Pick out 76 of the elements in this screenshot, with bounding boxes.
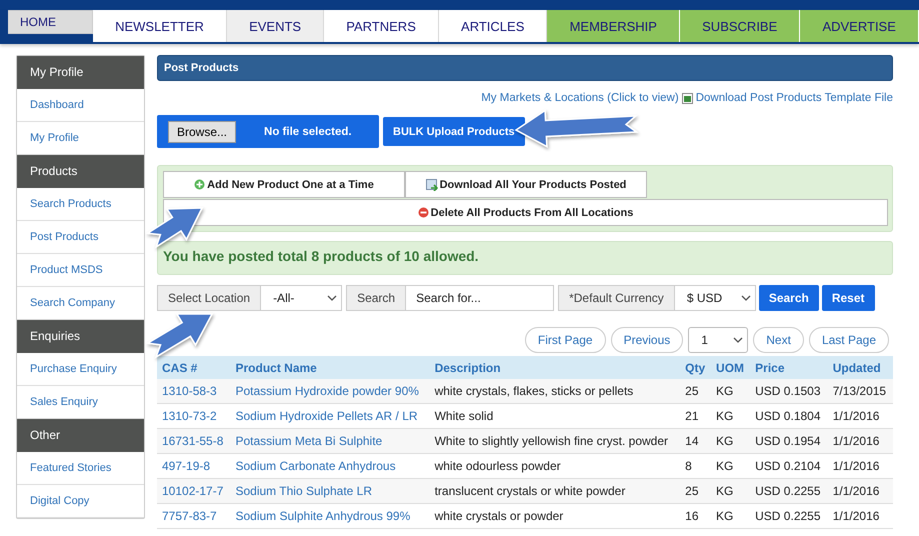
- minus-icon: [418, 207, 429, 218]
- table-cell: 14: [680, 428, 712, 454]
- nav-tab[interactable]: ADVERTISE: [800, 10, 919, 42]
- table-cell: white crystals, flakes, sticks or pellets: [430, 379, 680, 404]
- nav-tab[interactable]: PARTNERS: [324, 10, 439, 42]
- column-header: UOM: [711, 356, 750, 379]
- table-cell: 1/1/2016: [828, 428, 893, 454]
- table-cell: 25: [680, 478, 712, 504]
- panel-title: Post Products: [157, 55, 893, 81]
- table-cell: White to slightly yellowish fine cryst. powder: [430, 428, 680, 454]
- table-cell: KG: [711, 428, 750, 454]
- next-button[interactable]: Next: [753, 327, 804, 353]
- reset-button[interactable]: Reset: [822, 285, 875, 311]
- table-cell: 1/1/2016: [828, 504, 893, 528]
- template-link[interactable]: Download Post Products Template File: [696, 92, 893, 104]
- page-dropdown[interactable]: 1: [688, 327, 748, 353]
- caret-icon: [733, 337, 744, 343]
- table-cell: USD 0.2255: [750, 478, 828, 504]
- table-cell: USD 0.1954: [750, 428, 828, 454]
- table-link[interactable]: 497-19-8: [162, 459, 210, 473]
- column-header: Description: [430, 356, 680, 379]
- sidebar-heading: My Profile: [17, 56, 144, 89]
- first-page-button[interactable]: First Page: [524, 327, 606, 353]
- table-cell: 7/13/2015: [828, 379, 893, 404]
- table-cell: KG: [711, 379, 750, 404]
- search-button[interactable]: Search: [758, 285, 819, 311]
- sidebar-heading: Products: [17, 155, 144, 188]
- nav-tab[interactable]: ARTICLES: [438, 10, 548, 42]
- table-cell: 16: [680, 504, 712, 528]
- table-cell: USD 0.2255: [750, 504, 828, 528]
- markets-link[interactable]: My Markets & Locations (Click to view): [481, 92, 679, 104]
- caret-icon: [740, 295, 751, 301]
- sidebar-heading: Other: [17, 419, 144, 452]
- table-cell: white crystals or powder: [430, 504, 680, 528]
- spreadsheet-icon: [426, 178, 438, 190]
- column-header: Price: [750, 356, 828, 379]
- column-header: CAS #: [157, 356, 230, 379]
- status-message: You have posted total 8 products of 10 allowed.: [157, 241, 893, 275]
- sidebar-heading: Enquiries: [17, 320, 144, 353]
- nav-tab[interactable]: MEMBERSHIP: [547, 10, 680, 42]
- search-field[interactable]: Search for...: [406, 285, 554, 311]
- nav-tab[interactable]: EVENTS: [227, 10, 324, 42]
- table-cell: 1/1/2016: [828, 478, 893, 504]
- action-button[interactable]: Add New Product One at a Time: [163, 171, 405, 198]
- bulk-upload-button[interactable]: BULK Upload Products: [383, 117, 525, 146]
- field-label: *Default Currency: [558, 285, 675, 311]
- table-link[interactable]: Sodium Carbonate Anhydrous: [235, 459, 396, 473]
- nav-tab[interactable]: NEWSLETTER: [93, 10, 228, 42]
- spreadsheet-icon: [682, 92, 693, 104]
- column-header: Product Name: [230, 356, 430, 379]
- table-link[interactable]: 7757-83-7: [162, 509, 217, 523]
- delete-all-button[interactable]: Delete All Products From All Locations: [163, 199, 888, 226]
- plus-icon: [194, 179, 206, 190]
- field-label: Search: [346, 285, 406, 311]
- file-status: No file selected.: [264, 126, 352, 138]
- nav-tab[interactable]: SUBSCRIBE: [680, 10, 800, 42]
- table-link[interactable]: Sodium Sulphite Anhydrous 99%: [235, 509, 410, 523]
- nav-tab[interactable]: HOME: [8, 10, 93, 34]
- column-header: Qty: [680, 356, 712, 379]
- action-button[interactable]: Download All Your Products Posted: [405, 171, 647, 198]
- previous-button[interactable]: Previous: [610, 327, 684, 353]
- browse-button[interactable]: Browse...: [168, 120, 236, 142]
- field-label: Select Location: [157, 285, 262, 311]
- table-link[interactable]: 1310-73-2: [162, 409, 217, 423]
- table-link[interactable]: Sodium Hydroxide Pellets AR / LR: [235, 409, 418, 423]
- file-input[interactable]: Browse... No file selected.: [157, 115, 379, 148]
- location-dropdown[interactable]: -All-: [261, 285, 342, 311]
- currency-dropdown[interactable]: $ USD: [674, 285, 756, 311]
- column-header: Updated: [828, 356, 893, 379]
- table-cell: KG: [711, 478, 750, 504]
- caret-icon: [327, 295, 338, 301]
- table-cell: 25: [680, 379, 712, 404]
- table-cell: USD 0.1503: [750, 379, 828, 404]
- table-cell: translucent crystals or white powder: [430, 478, 680, 504]
- table-cell: KG: [711, 504, 750, 528]
- last-page-button[interactable]: Last Page: [808, 327, 889, 353]
